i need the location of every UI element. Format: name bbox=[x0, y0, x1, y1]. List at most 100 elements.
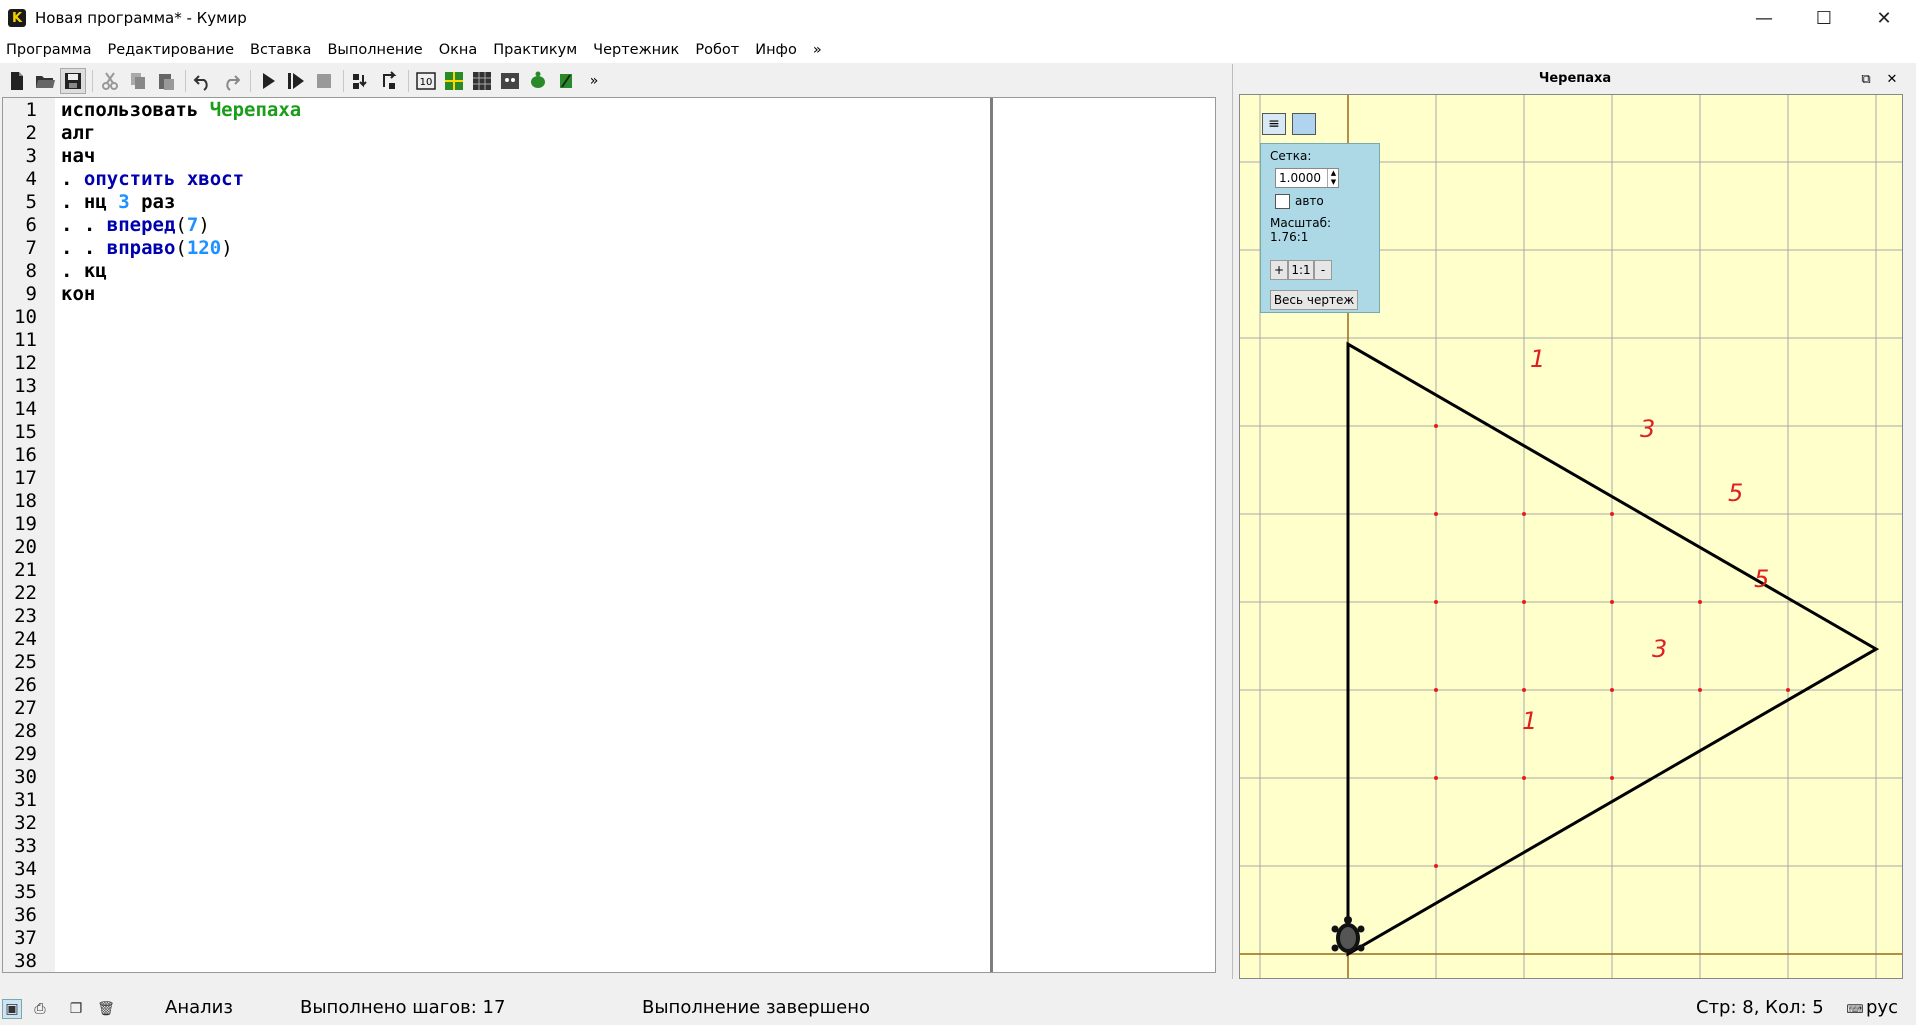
annotation-label: 5 bbox=[1754, 565, 1769, 593]
paste-button[interactable] bbox=[153, 68, 179, 94]
turtle-icon bbox=[531, 71, 545, 88]
counter-button[interactable]: 10 bbox=[413, 68, 439, 94]
code-line-5[interactable]: . нц 3 раз bbox=[61, 191, 175, 214]
clear-output-button[interactable]: 🗑 bbox=[96, 999, 116, 1019]
code-line-7[interactable]: . . вправо(120) bbox=[61, 237, 233, 260]
zoom-in-button[interactable]: + bbox=[1270, 260, 1288, 280]
stop-button[interactable] bbox=[311, 68, 337, 94]
counter-icon: 10 bbox=[416, 72, 436, 90]
grid-button[interactable] bbox=[441, 68, 467, 94]
close-button[interactable]: ✕ bbox=[1855, 0, 1913, 36]
lattice-point bbox=[1610, 512, 1614, 516]
copy-button[interactable] bbox=[125, 68, 151, 94]
lattice-point bbox=[1434, 776, 1438, 780]
new-file-button[interactable] bbox=[4, 68, 30, 94]
line-number: 9 bbox=[25, 283, 37, 305]
spin-arrows-icon[interactable]: ▲ ▼ bbox=[1327, 169, 1339, 187]
cut-button[interactable] bbox=[97, 68, 123, 94]
menu-drawer[interactable]: Чертежник bbox=[585, 42, 687, 58]
line-number: 17 bbox=[14, 467, 37, 489]
draw-icon bbox=[560, 74, 572, 88]
menu-info[interactable]: Инфо bbox=[747, 42, 805, 58]
save-button[interactable] bbox=[60, 68, 86, 94]
menu-windows[interactable]: Окна bbox=[431, 42, 486, 58]
line-number: 4 bbox=[25, 168, 37, 190]
lattice-point bbox=[1786, 688, 1790, 692]
line-number: 1 bbox=[25, 99, 37, 121]
annotation-label: 3 bbox=[1652, 635, 1667, 663]
run-step-button[interactable] bbox=[283, 68, 309, 94]
new-file-icon bbox=[11, 72, 23, 90]
menu-run[interactable]: Выполнение bbox=[319, 42, 430, 58]
console-button[interactable]: ▣ bbox=[2, 999, 22, 1019]
zoom-out-button[interactable]: - bbox=[1314, 260, 1332, 280]
code-line-1[interactable]: использовать Черепаха bbox=[61, 99, 301, 122]
copy-icon bbox=[131, 73, 145, 89]
line-number: 21 bbox=[14, 559, 37, 581]
line-number: 33 bbox=[14, 835, 37, 857]
line-number: 12 bbox=[14, 352, 37, 374]
run-icon bbox=[263, 73, 275, 89]
step-out-button[interactable] bbox=[376, 68, 402, 94]
hamburger-icon: ≡ bbox=[1268, 116, 1280, 132]
undo-icon bbox=[193, 75, 208, 91]
whole-drawing-button[interactable]: Весь чертеж bbox=[1270, 290, 1358, 310]
toolbar: 10 » bbox=[0, 64, 1216, 98]
zoom-reset-button[interactable]: 1:1 bbox=[1288, 260, 1314, 280]
color-toggle-button[interactable] bbox=[1292, 113, 1316, 135]
step-out-icon bbox=[383, 71, 397, 89]
line-number: 32 bbox=[14, 812, 37, 834]
toolbar-separator bbox=[92, 70, 93, 92]
code-line-4[interactable]: . опустить хвост bbox=[61, 168, 244, 191]
panel-close-button[interactable]: ✕ bbox=[1883, 70, 1901, 88]
menu-robot[interactable]: Робот bbox=[687, 42, 747, 58]
line-number: 26 bbox=[14, 674, 37, 696]
code-line-6[interactable]: . . вперед(7) bbox=[61, 214, 210, 237]
open-button[interactable] bbox=[32, 68, 58, 94]
menu-toggle-button[interactable]: ≡ bbox=[1262, 113, 1286, 135]
maximize-button[interactable]: ☐ bbox=[1795, 0, 1853, 36]
undo-button[interactable] bbox=[190, 68, 216, 94]
step-in-button[interactable] bbox=[348, 68, 374, 94]
line-number: 2 bbox=[25, 122, 37, 144]
lattice-point bbox=[1434, 512, 1438, 516]
code-line-8[interactable]: . кц bbox=[61, 260, 107, 283]
status-bar: ▣ ⎙ ❐ 🗑 Анализ Выполнено шагов: 17 Выпол… bbox=[0, 992, 1916, 1025]
turtle-canvas[interactable]: 1 3 5 5 3 1 ≡ Сетка: 1.0000 ▲ ▼ авто Масштаб: … bbox=[1239, 94, 1903, 979]
run-button[interactable] bbox=[255, 68, 281, 94]
app-icon: K bbox=[8, 9, 26, 27]
close-icon: ✕ bbox=[1876, 7, 1892, 29]
menu-program[interactable]: Программа bbox=[0, 42, 99, 58]
toolbar-overflow[interactable]: » bbox=[581, 68, 607, 94]
table-button[interactable] bbox=[469, 68, 495, 94]
annotation-label: 1 bbox=[1522, 707, 1537, 735]
line-number: 16 bbox=[14, 444, 37, 466]
window-title: Новая программа* - Кумир bbox=[35, 9, 247, 27]
robot-button[interactable] bbox=[497, 68, 523, 94]
line-number: 27 bbox=[14, 697, 37, 719]
editor-margin-splitter[interactable] bbox=[990, 98, 993, 972]
turtle-panel: Черепаха ⧉ ✕ 1 3 5 5 3 1 ≡ Сетка: 1.0000 ▲ ▼ а… bbox=[1232, 64, 1916, 979]
redo-button[interactable] bbox=[218, 68, 244, 94]
line-number: 28 bbox=[14, 720, 37, 742]
copy-output-button[interactable]: ❐ bbox=[66, 999, 86, 1019]
undock-button[interactable]: ⧉ bbox=[1857, 70, 1875, 88]
toolbar-separator bbox=[250, 70, 251, 92]
code-line-2[interactable]: алг bbox=[61, 122, 95, 145]
code-editor[interactable]: 1 2 3 4 5 6 7 8 9 10 11 12 13 14 15 16 17 18 19 20 21 22 23 24 2… bbox=[2, 97, 1216, 973]
menu-edit[interactable]: Редактирование bbox=[99, 42, 242, 58]
paste-icon bbox=[159, 74, 174, 90]
save-output-button[interactable]: ⎙ bbox=[30, 999, 50, 1019]
trash-icon: 🗑 bbox=[97, 1001, 115, 1017]
minimize-button[interactable]: — bbox=[1735, 0, 1793, 36]
line-number: 30 bbox=[14, 766, 37, 788]
code-line-9[interactable]: кон bbox=[61, 283, 95, 306]
menu-overflow[interactable]: » bbox=[805, 42, 830, 58]
turtle-button[interactable] bbox=[525, 68, 551, 94]
code-line-3[interactable]: нач bbox=[61, 145, 95, 168]
auto-checkbox[interactable] bbox=[1275, 194, 1290, 209]
menu-practicum[interactable]: Практикум bbox=[485, 42, 585, 58]
menu-insert[interactable]: Вставка bbox=[242, 42, 319, 58]
draw-button[interactable] bbox=[553, 68, 579, 94]
keyboard-layout: рус bbox=[1866, 997, 1898, 1018]
